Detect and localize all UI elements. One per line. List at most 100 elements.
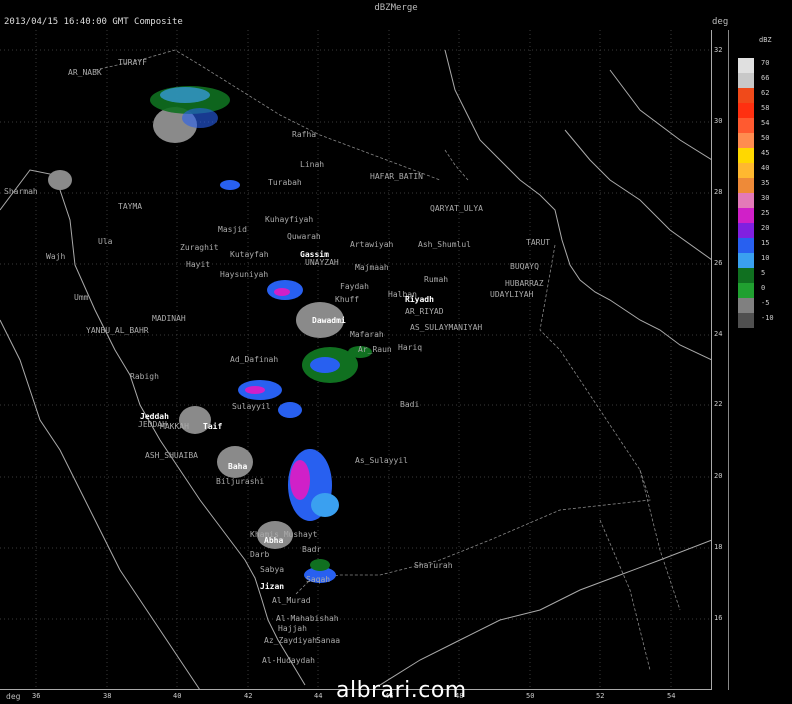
radar-map[interactable]: AR_NABK TURAYF Rafha Linah HAFAR_BATIN T… [0,30,712,690]
city-label: Az_Zaydiyah [264,636,317,645]
city-label: Quwarah [287,232,321,241]
y-tick-label: 32 [714,46,723,54]
city-label: UNAYZAH [305,258,339,267]
legend-swatch [738,58,754,73]
legend-swatch-label: -10 [761,314,774,322]
legend-swatch [738,73,754,88]
city-label: ASH_SHUAIBA [145,451,198,460]
city-label: Rumah [424,275,449,284]
city-label: Zuraghit [180,243,219,252]
city-label: HAFAR_BATIN [370,172,423,181]
city-label: TAYMA [118,202,143,211]
city-label: Masjid [218,225,247,234]
city-label: Al_Murad [272,596,311,605]
city-label: Ar_Raun [358,345,392,354]
city-label: Mafarah [350,330,384,339]
unit-label-bottom: deg [6,692,21,701]
watermark: albrari.com [336,678,467,703]
city-label: Hariq [398,343,423,352]
x-tick-label: 52 [596,692,605,700]
y-tick-label: 16 [714,614,723,622]
city-label: Dawadmi [312,316,346,325]
city-label: Sharmah [4,187,38,196]
city-label: HUBARRAZ [505,279,544,288]
legend-unit: dBZ [759,36,772,44]
legend-swatch [738,238,754,253]
legend-swatch-label: 40 [761,164,770,172]
city-label: Jizan [260,582,285,591]
city-label: Saqah [306,575,331,584]
city-label: MADINAH [152,314,186,323]
timestamp-label: 2013/04/15 16:40:00 GMT Composite [4,17,183,27]
x-tick-label: 38 [103,692,112,700]
city-label: Ad_Dafinah [230,355,279,364]
legend-swatch [738,223,754,238]
y-tick-label: 24 [714,330,723,338]
legend-swatch [738,268,754,283]
city-label: AR_NABK [68,68,102,77]
city-label: Wajh [46,252,66,261]
legend-swatch-label: 70 [761,59,770,67]
y-tick-label: 22 [714,400,723,408]
y-tick-label: 26 [714,259,723,267]
city-label: Artawiyah [350,240,394,249]
city-label: Ash_Shumlul [418,240,471,249]
city-label: Umm [74,293,89,302]
city-label: YANBU_AL_BAHR [86,326,149,335]
legend-swatch-label: 58 [761,104,770,112]
y-tick-label: 28 [714,188,723,196]
city-label: QARYAT_ULYA [430,204,483,213]
legend-swatch [738,118,754,133]
city-label: Majmaah [355,263,389,272]
legend-swatch-label: 5 [761,269,766,277]
city-label: Hajjah [278,624,307,633]
legend-swatch-label: 54 [761,119,770,127]
legend-swatch [738,193,754,208]
city-label: BUQAYQ [510,262,539,271]
legend-swatch-label: 66 [761,74,770,82]
legend-swatch-label: 45 [761,149,770,157]
map-canvas [0,30,712,690]
legend-swatch-label: 62 [761,89,770,97]
legend-swatch-label: 35 [761,179,770,187]
city-label: TURAYF [118,58,147,67]
city-label: Badi [400,400,420,409]
legend-swatch-label: 50 [761,134,770,142]
window-title: dBZMerge [374,3,418,13]
legend-swatch-label: 10 [761,254,770,262]
unit-label-top: deg [712,17,729,27]
city-label: Sanaa [316,636,341,645]
x-tick-label: 54 [667,692,676,700]
city-label: Taif [203,422,223,431]
x-tick-label: 44 [314,692,323,700]
x-tick-label: 36 [32,692,41,700]
y-tick-label: 30 [714,117,723,125]
city-label: Darb [250,550,270,559]
city-label: Al-Mahabishah [276,614,339,623]
city-label: Khamis_Mushayt [250,530,318,539]
legend-swatch-label: 15 [761,239,770,247]
city-label: AR_RIYAD [405,307,444,316]
legend-swatch-label: -5 [761,299,770,307]
city-label: Kuhayfiyah [265,215,314,224]
city-label: Abha [264,536,284,545]
legend-swatch [738,208,754,223]
city-label: Hayit [186,260,211,269]
legend-swatch [738,283,754,298]
x-tick-label: 40 [173,692,182,700]
legend-swatch-label: 25 [761,209,770,217]
legend-swatch [738,178,754,193]
city-label: Al-Hudaydah [262,656,315,665]
legend-swatch-label: 0 [761,284,766,292]
city-label: As_Sulayyil [355,456,408,465]
city-label: UDAYLIYAH [490,290,534,299]
city-label: Rabigh [130,372,159,381]
city-label: Sharurah [414,561,453,570]
city-label: MAKKAH [160,422,189,431]
legend-swatch [738,148,754,163]
legend-swatch [738,133,754,148]
legend-swatch [738,313,754,328]
city-label: Sabya [260,565,285,574]
city-label: Sulayyil [232,402,271,411]
legend-swatch [738,103,754,118]
